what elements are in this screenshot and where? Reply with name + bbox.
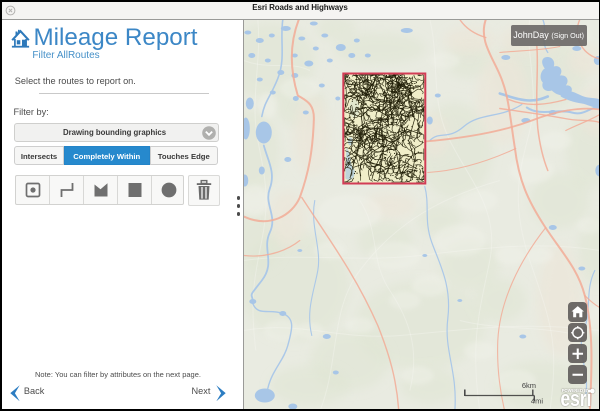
svg-text:esri: esri <box>561 386 592 409</box>
svg-text:4mi: 4mi <box>531 396 543 405</box>
svg-text:6km: 6km <box>522 381 536 390</box>
